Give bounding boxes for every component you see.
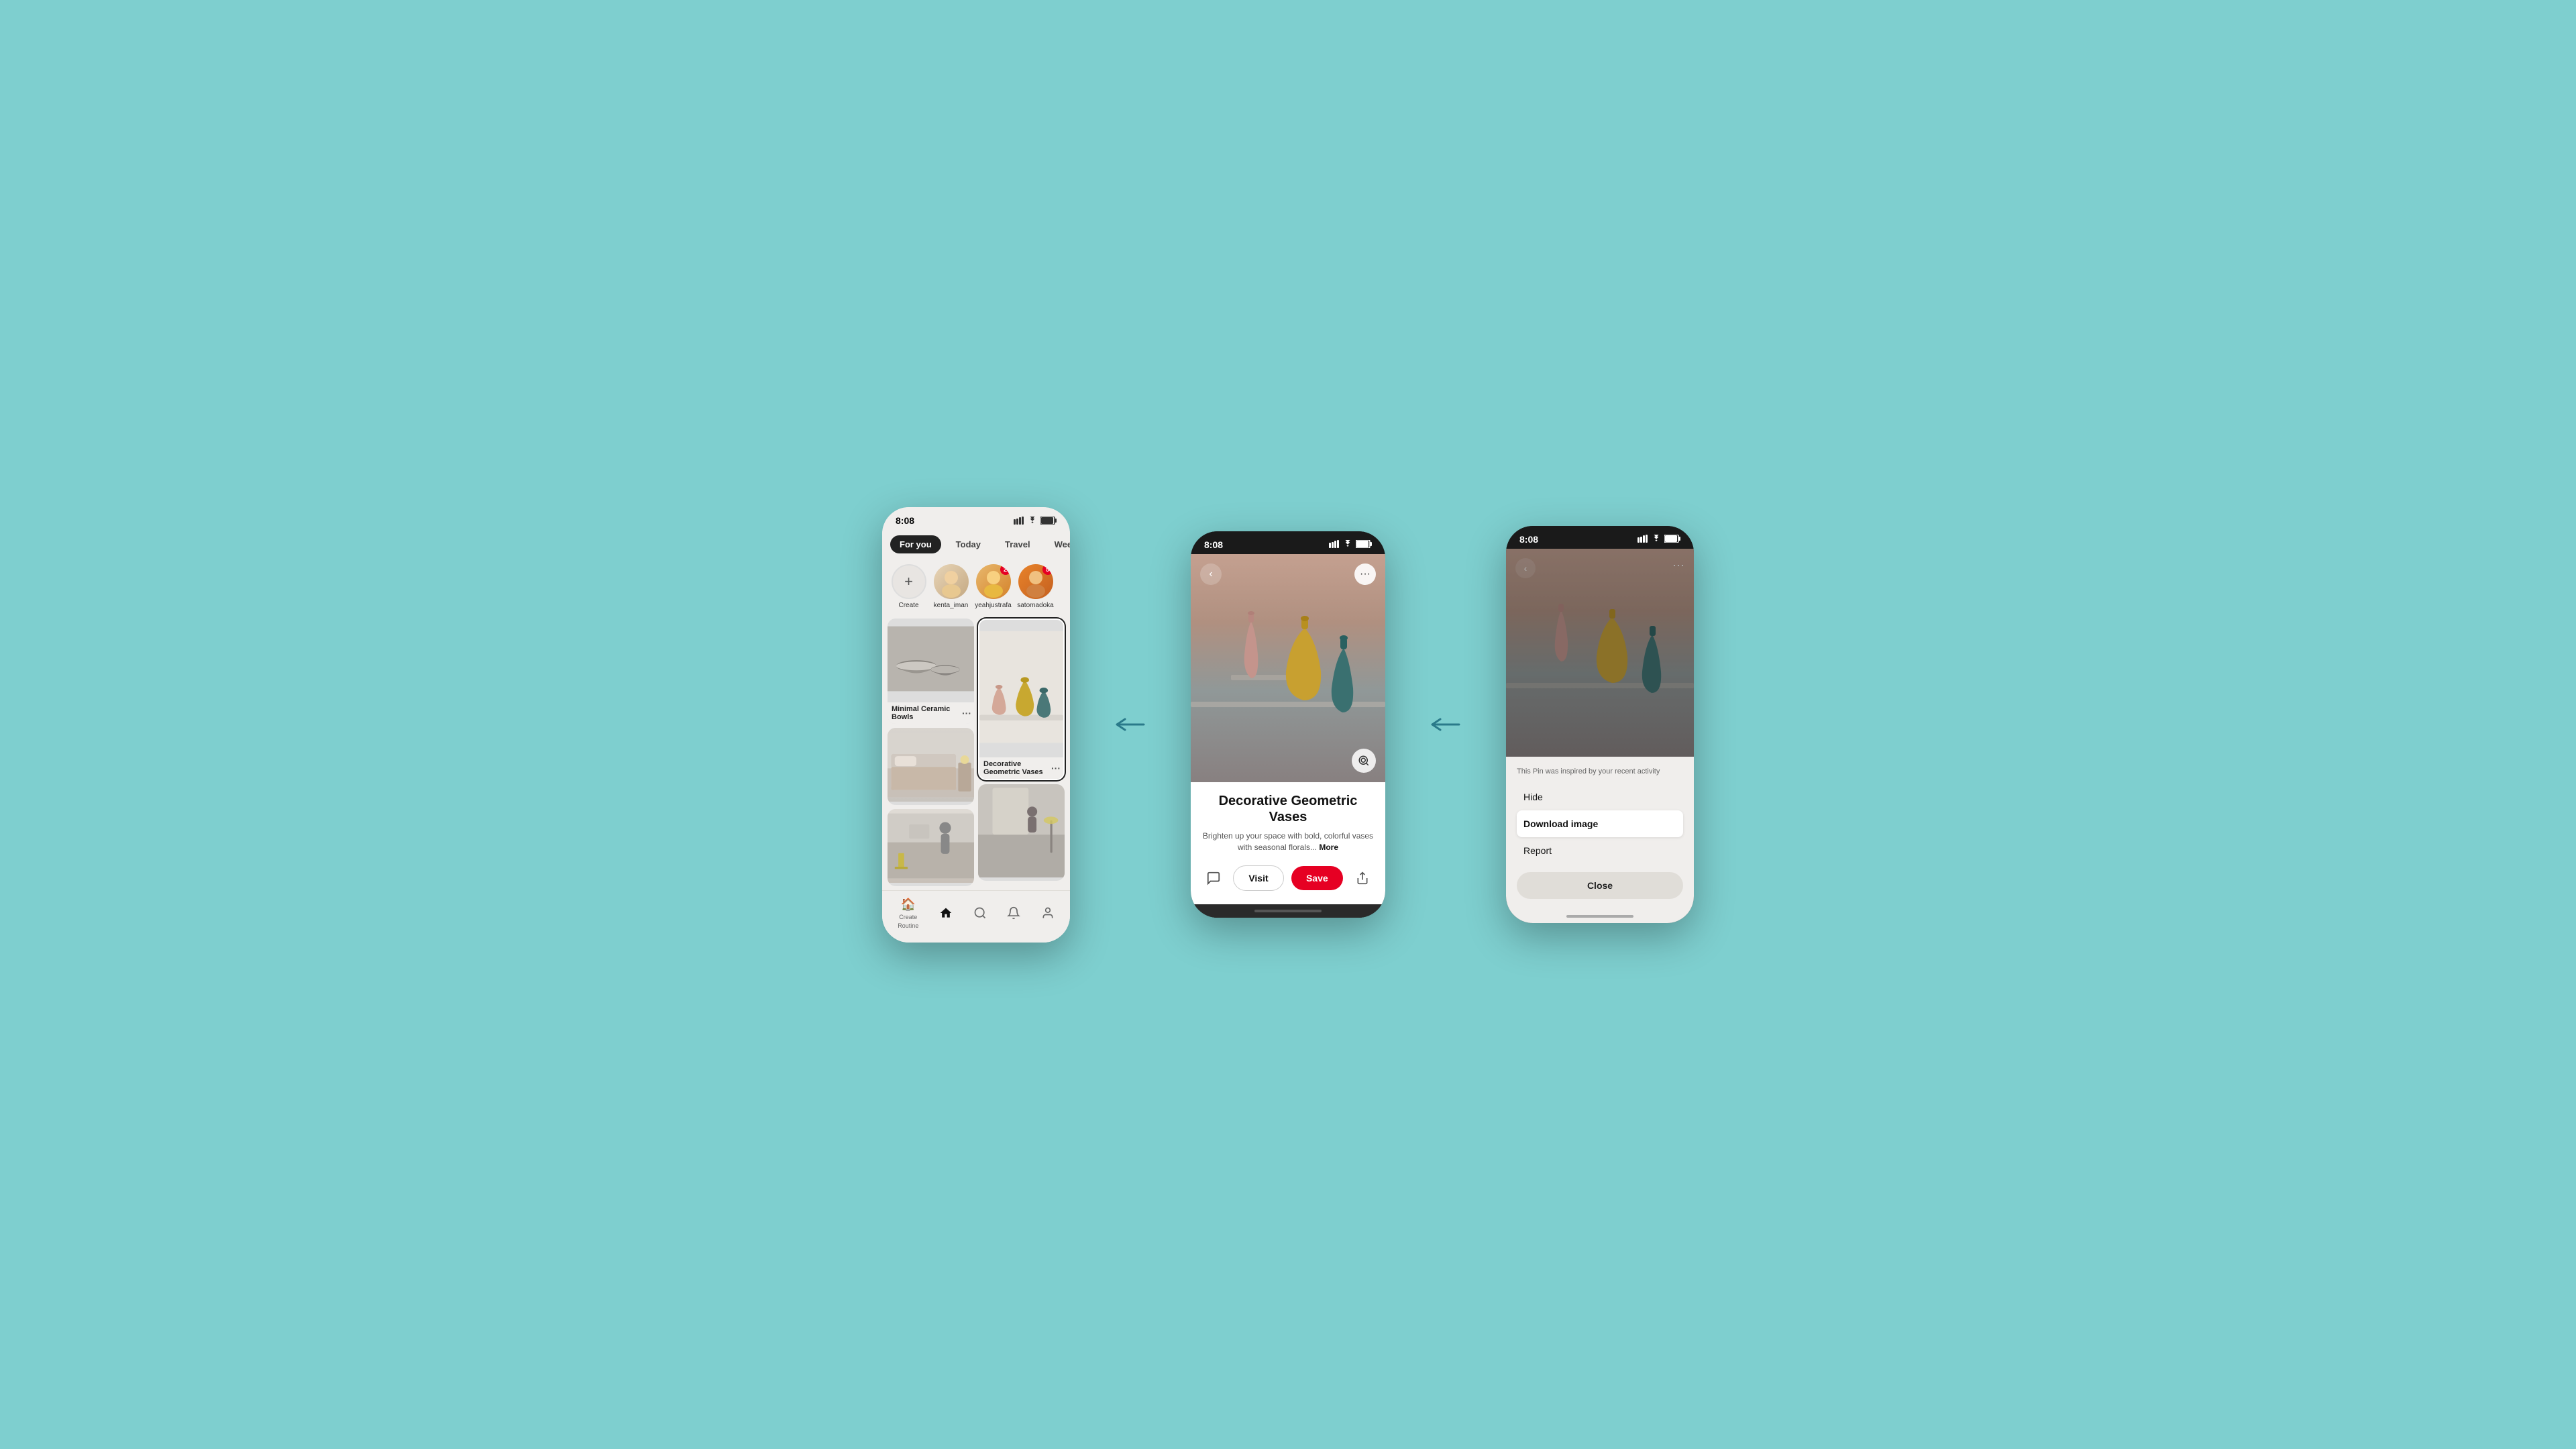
tab-today[interactable]: Today — [947, 535, 990, 553]
pin-vases-label-row: Decorative Geometric Vases ··· — [979, 757, 1063, 779]
nav-routine-label: Routine — [898, 922, 918, 929]
time-1: 8:08 — [896, 515, 914, 526]
nav-create-routine[interactable]: 🏠 Create Routine — [898, 898, 918, 929]
pin-vases[interactable]: Decorative Geometric Vases ··· — [978, 619, 1065, 780]
menu-item-download[interactable]: Download image — [1517, 810, 1683, 837]
pin-bowls-label-row: Minimal Ceramic Bowls ··· — [888, 702, 974, 724]
story-create[interactable]: + Create — [890, 564, 927, 609]
avatar-kenta — [934, 564, 969, 599]
pin-room2[interactable] — [888, 809, 974, 886]
left-column: Minimal Ceramic Bowls ··· — [888, 619, 974, 886]
story-yeahj-label: yeahjustrafa — [975, 602, 1011, 609]
share-button[interactable] — [1350, 866, 1375, 890]
pin-vases-label: Decorative Geometric Vases — [983, 760, 1051, 776]
home-icon: 🏠 — [901, 898, 916, 912]
badge-sato: 5 — [1042, 564, 1053, 575]
nav-profile[interactable] — [1041, 906, 1055, 920]
nav-create-label: Create — [899, 914, 917, 920]
pin-info-2: Decorative Geometric Vases Brighten up y… — [1191, 782, 1385, 859]
pins-grid: Minimal Ceramic Bowls ··· — [882, 614, 1070, 890]
nav-home[interactable] — [939, 906, 953, 920]
arrow-1 — [1110, 714, 1150, 735]
close-button[interactable]: Close — [1517, 872, 1683, 899]
status-bar-2: 8:08 — [1191, 531, 1385, 554]
menu-item-report[interactable]: Report — [1517, 837, 1683, 864]
wifi-icon-1 — [1027, 517, 1038, 525]
back-button-3[interactable]: ‹ — [1515, 558, 1536, 578]
pin-vases-dots[interactable]: ··· — [1051, 763, 1061, 773]
home-bar-2 — [1254, 910, 1322, 912]
visit-button[interactable]: Visit — [1233, 865, 1283, 891]
phone-1: 8:08 For you Today Travel Weekend trip +… — [882, 507, 1070, 943]
battery-icon-1 — [1040, 517, 1057, 525]
status-bar-1: 8:08 — [882, 507, 1070, 530]
story-sato[interactable]: 5 satomadoka — [1017, 564, 1054, 609]
create-avatar: + — [892, 564, 926, 599]
status-icons-1 — [1014, 517, 1057, 525]
pin-title-2: Decorative Geometric Vases — [1201, 793, 1375, 825]
status-icons-3 — [1638, 534, 1680, 545]
right-column: Decorative Geometric Vases ··· — [978, 619, 1065, 886]
time-2: 8:08 — [1204, 539, 1223, 550]
pin-room1[interactable] — [888, 728, 974, 805]
lens-button-2[interactable] — [1352, 749, 1376, 773]
home-indicator-3 — [1506, 910, 1694, 923]
tab-for-you[interactable]: For you — [890, 535, 941, 553]
save-button[interactable]: Save — [1291, 866, 1343, 890]
story-kenta-label: kenta_iman — [934, 602, 969, 609]
pin-image-area-3: ‹ ··· — [1506, 549, 1694, 757]
phone-3: 8:08 — [1506, 526, 1694, 923]
pin-bowls-label: Minimal Ceramic Bowls — [892, 705, 962, 721]
tabs-bar: For you Today Travel Weekend trip — [882, 530, 1070, 559]
more-button-3: ··· — [1672, 558, 1684, 572]
story-kenta[interactable]: kenta_iman — [932, 564, 969, 609]
menu-item-hide[interactable]: Hide — [1517, 784, 1683, 810]
stories-row: + Create kenta_iman 2 yeahjustrafa — [882, 559, 1070, 614]
tab-weekend[interactable]: Weekend trip — [1045, 535, 1070, 553]
back-button-2[interactable]: ‹ — [1200, 564, 1222, 585]
screens-container: 8:08 For you Today Travel Weekend trip +… — [882, 507, 1694, 943]
avatar-yeahj: 2 — [976, 564, 1011, 599]
phone-2: 8:08 — [1191, 531, 1385, 918]
story-yeahj[interactable]: 2 yeahjustrafa — [975, 564, 1012, 609]
tab-travel[interactable]: Travel — [996, 535, 1040, 553]
status-bar-3: 8:08 — [1506, 526, 1694, 549]
bottom-nav-1: 🏠 Create Routine — [882, 890, 1070, 943]
arrow-2 — [1426, 714, 1466, 735]
action-bar-2: Visit Save — [1191, 859, 1385, 904]
badge-yeahj: 2 — [1000, 564, 1011, 575]
pin-bowls-dots[interactable]: ··· — [962, 708, 971, 718]
more-link[interactable]: More — [1319, 843, 1338, 852]
pin-bowls[interactable]: Minimal Ceramic Bowls ··· — [888, 619, 974, 724]
bottom-sheet: This Pin was inspired by your recent act… — [1506, 757, 1694, 910]
pin-image-area-2: ‹ ··· — [1191, 554, 1385, 782]
avatar-sato: 5 — [1018, 564, 1053, 599]
pin-interior[interactable] — [978, 784, 1065, 881]
home-indicator-2 — [1191, 904, 1385, 918]
story-sato-label: satomadoka — [1017, 602, 1053, 609]
status-icons-2 — [1329, 539, 1372, 550]
inspired-text: This Pin was inspired by your recent act… — [1517, 767, 1683, 775]
pin-desc-2: Brighten up your space with bold, colorf… — [1201, 830, 1375, 853]
more-button-2[interactable]: ··· — [1354, 564, 1376, 585]
nav-notifications[interactable] — [1007, 906, 1020, 920]
time-3: 8:08 — [1519, 534, 1538, 545]
comment-button[interactable] — [1201, 866, 1226, 890]
home-bar-3 — [1566, 915, 1633, 918]
story-create-label: Create — [898, 602, 918, 609]
nav-search[interactable] — [973, 906, 987, 920]
